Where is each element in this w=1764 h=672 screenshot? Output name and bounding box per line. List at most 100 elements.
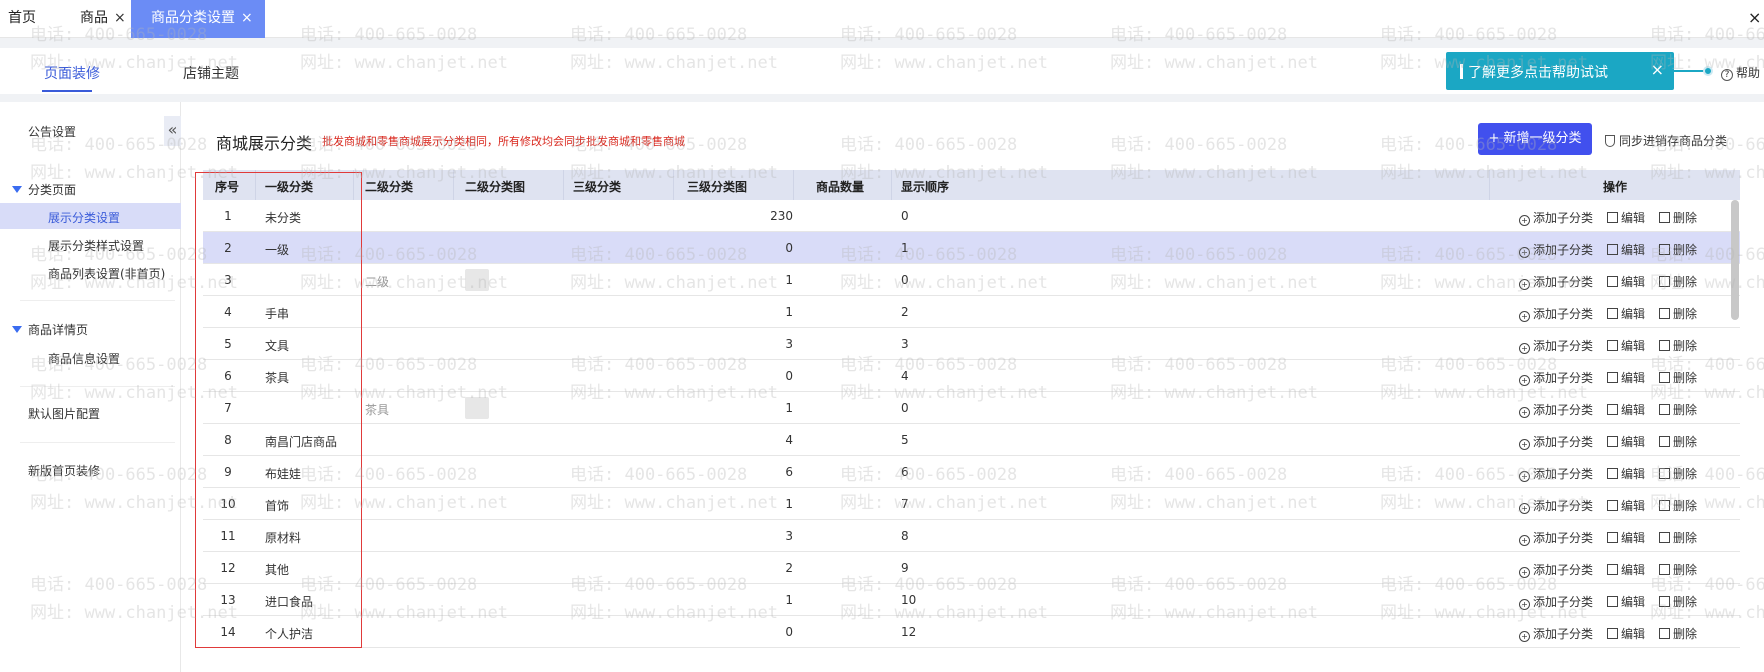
delete-button[interactable]: 删除 [1659, 593, 1697, 610]
edit-button[interactable]: 编辑 [1607, 273, 1645, 290]
add-child-button[interactable]: + 添加子分类 [1519, 561, 1593, 578]
close-icon[interactable]: × [241, 10, 253, 26]
table-row[interactable]: 8 南昌门店商品 4 5 + 添加子分类 编辑 删除 [203, 424, 1740, 456]
edit-icon [1607, 500, 1619, 511]
add-child-button[interactable]: + 添加子分类 [1519, 593, 1593, 610]
col-header-level3-image: 三级分类图 [687, 180, 748, 194]
edit-button[interactable]: 编辑 [1607, 305, 1645, 322]
close-icon[interactable]: × [114, 10, 126, 26]
sidebar-group-detail[interactable]: 商品详情页 [12, 321, 88, 338]
tab-page-decoration[interactable]: 页面装修 [44, 63, 100, 83]
delete-button[interactable]: 删除 [1659, 241, 1697, 258]
delete-button[interactable]: 删除 [1659, 465, 1697, 482]
close-icon[interactable]: × [1651, 60, 1664, 79]
delete-button[interactable]: 删除 [1659, 305, 1697, 322]
edit-icon [1607, 628, 1619, 639]
trash-icon [1659, 436, 1671, 447]
delete-button[interactable]: 删除 [1659, 401, 1697, 418]
image-placeholder-icon[interactable] [465, 269, 489, 291]
help-link[interactable]: ? 帮助 [1721, 64, 1760, 81]
sidebar-item-product-info[interactable]: 商品信息设置 [48, 350, 120, 367]
table-row[interactable]: 14 个人护洁 0 12 + 添加子分类 编辑 删除 [203, 616, 1740, 648]
row-actions: + 添加子分类 编辑 删除 [1519, 465, 1711, 482]
table-row[interactable]: 12 其他 2 9 + 添加子分类 编辑 删除 [203, 552, 1740, 584]
edit-button[interactable]: 编辑 [1607, 529, 1645, 546]
delete-button[interactable]: 删除 [1659, 369, 1697, 386]
add-child-button[interactable]: + 添加子分类 [1519, 369, 1593, 386]
delete-button[interactable]: 删除 [1659, 497, 1697, 514]
add-child-button[interactable]: + 添加子分类 [1519, 241, 1593, 258]
table-row[interactable]: 5 文具 3 3 + 添加子分类 编辑 删除 [203, 328, 1740, 360]
table-scrollbar[interactable] [1731, 200, 1739, 320]
add-child-button[interactable]: + 添加子分类 [1519, 625, 1593, 642]
table-row[interactable]: 7 茶具 1 0 + 添加子分类 编辑 删除 [203, 392, 1740, 424]
table-row[interactable]: 1 未分类 230 0 + 添加子分类 编辑 删除 [203, 200, 1740, 232]
row-actions: + 添加子分类 编辑 删除 [1519, 497, 1711, 514]
sidebar-item-new-home[interactable]: 新版首页装修 [28, 462, 100, 479]
display-order: 12 [901, 625, 917, 639]
table-row[interactable]: 4 手串 1 2 + 添加子分类 编辑 删除 [203, 296, 1740, 328]
add-child-button[interactable]: + 添加子分类 [1519, 497, 1593, 514]
add-child-button[interactable]: + 添加子分类 [1519, 305, 1593, 322]
edit-button[interactable]: 编辑 [1607, 241, 1645, 258]
table-row[interactable]: 10 首饰 1 7 + 添加子分类 编辑 删除 [203, 488, 1740, 520]
delete-button[interactable]: 删除 [1659, 529, 1697, 546]
tab-goods[interactable]: 商品 × [80, 0, 126, 38]
add-child-button[interactable]: + 添加子分类 [1519, 529, 1593, 546]
sidebar-item-default-image[interactable]: 默认图片配置 [28, 405, 100, 422]
edit-button[interactable]: 编辑 [1607, 401, 1645, 418]
edit-button[interactable]: 编辑 [1607, 625, 1645, 642]
sidebar-group-category[interactable]: 分类页面 [12, 181, 76, 198]
edit-button[interactable]: 编辑 [1607, 337, 1645, 354]
table-row[interactable]: 9 布娃娃 6 6 + 添加子分类 编辑 删除 [203, 456, 1740, 488]
delete-button[interactable]: 删除 [1659, 209, 1697, 226]
table-row[interactable]: 13 进口食品 1 10 + 添加子分类 编辑 删除 [203, 584, 1740, 616]
window-close-icon[interactable]: × [1748, 8, 1761, 27]
tab-home-label: 首页 [8, 10, 36, 26]
add-category-button[interactable]: + 新增一级分类 [1478, 123, 1592, 155]
edit-button[interactable]: 编辑 [1607, 497, 1645, 514]
edit-label: 编辑 [1621, 531, 1646, 545]
col-separator [793, 170, 794, 200]
add-child-button[interactable]: + 添加子分类 [1519, 337, 1593, 354]
delete-label: 删除 [1673, 211, 1698, 225]
add-child-button[interactable]: + 添加子分类 [1519, 273, 1593, 290]
edit-button[interactable]: 编辑 [1607, 593, 1645, 610]
add-child-button[interactable]: + 添加子分类 [1519, 465, 1593, 482]
collapse-sidebar-button[interactable]: « [164, 116, 181, 146]
divider [0, 94, 1764, 102]
tab-category-settings[interactable]: 商品分类设置 × [131, 0, 265, 38]
display-order: 10 [901, 593, 917, 607]
table-row[interactable]: 2 一级 0 1 + 添加子分类 编辑 删除 [203, 232, 1740, 264]
delete-button[interactable]: 删除 [1659, 433, 1697, 450]
image-placeholder-icon[interactable] [465, 397, 489, 419]
col-separator [453, 170, 454, 200]
add-child-button[interactable]: + 添加子分类 [1519, 401, 1593, 418]
tooltip-connector [1674, 70, 1704, 72]
add-child-button[interactable]: + 添加子分类 [1519, 209, 1593, 226]
delete-label: 删除 [1673, 627, 1698, 641]
edit-button[interactable]: 编辑 [1607, 369, 1645, 386]
tab-shop-theme[interactable]: 店铺主题 [183, 63, 239, 83]
edit-button[interactable]: 编辑 [1607, 465, 1645, 482]
sidebar-item-notice[interactable]: 公告设置 [28, 123, 76, 140]
sidebar-item-category-style[interactable]: 展示分类样式设置 [48, 237, 144, 254]
table-row[interactable]: 11 原材料 3 8 + 添加子分类 编辑 删除 [203, 520, 1740, 552]
table-row[interactable]: 6 茶具 0 4 + 添加子分类 编辑 删除 [203, 360, 1740, 392]
row-actions: + 添加子分类 编辑 删除 [1519, 529, 1711, 546]
edit-label: 编辑 [1621, 499, 1646, 513]
delete-button[interactable]: 删除 [1659, 625, 1697, 642]
sidebar-item-product-list[interactable]: 商品列表设置(非首页) [48, 265, 165, 282]
tab-home[interactable]: 首页 [8, 0, 36, 38]
sync-inventory-category-button[interactable]: 同步进销存商品分类 [1605, 132, 1727, 149]
delete-button[interactable]: 删除 [1659, 273, 1697, 290]
edit-button[interactable]: 编辑 [1607, 209, 1645, 226]
edit-button[interactable]: 编辑 [1607, 433, 1645, 450]
add-child-button[interactable]: + 添加子分类 [1519, 433, 1593, 450]
plus-circle-icon: + [1519, 279, 1530, 290]
table-row[interactable]: 3 二级 1 0 + 添加子分类 编辑 删除 [203, 264, 1740, 296]
delete-button[interactable]: 删除 [1659, 561, 1697, 578]
edit-button[interactable]: 编辑 [1607, 561, 1645, 578]
sidebar-item-display-category[interactable]: 展示分类设置 [48, 209, 120, 226]
delete-button[interactable]: 删除 [1659, 337, 1697, 354]
